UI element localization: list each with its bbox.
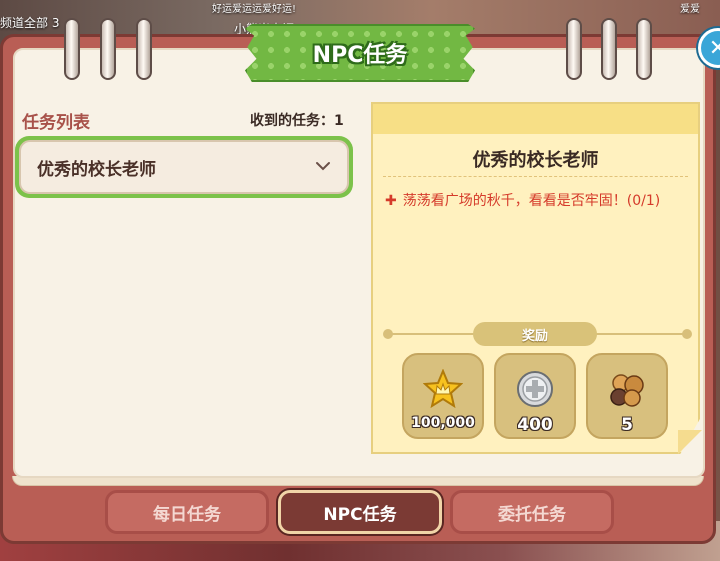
note-tape (373, 104, 698, 134)
quest-objective: ✚ 荡荡看广场的秋千，看看是否牢固！(0/1) (385, 190, 660, 210)
divider-dot (383, 329, 393, 339)
chevron-down-icon (315, 159, 331, 175)
reward-slot[interactable]: 5 (586, 353, 668, 439)
dialog-title-ribbon: NPC任务 (245, 24, 475, 82)
binder-ring (100, 18, 116, 80)
divider (383, 176, 688, 177)
reward-value: 400 (517, 415, 553, 435)
binder-ring (601, 18, 617, 80)
corner-text: 爱爱 (680, 4, 700, 15)
tab-daily-quests[interactable]: 每日任务 (105, 490, 269, 534)
divider-dot (682, 329, 692, 339)
dialog-title: NPC任务 (312, 43, 408, 68)
silver-coin-icon (515, 369, 555, 413)
reward-value: 100,000 (411, 415, 475, 431)
binder-ring (64, 18, 80, 80)
reward-slot[interactable]: 400 (494, 353, 576, 439)
reward-label: 奖励 (473, 322, 597, 346)
quest-list-heading: 任务列表 (22, 113, 90, 133)
objective-text: 荡荡看广场的秋千，看看是否牢固！(0/1) (402, 193, 661, 209)
close-icon: ✕ (708, 35, 720, 61)
tab-npc-quests[interactable]: NPC任务 (278, 490, 442, 534)
plus-icon: ✚ (385, 193, 397, 209)
received-count: 收到的任务：1 (250, 113, 344, 129)
binder-ring (566, 18, 582, 80)
chat-text: 好运爱运运爱好运! (212, 4, 297, 15)
reward-value: 5 (621, 415, 633, 435)
binder-ring (636, 18, 652, 80)
quest-detail-title: 优秀的校长老师 (472, 150, 599, 171)
cookie-pile-icon (607, 369, 647, 413)
reward-slot[interactable]: 100,000 (402, 353, 484, 439)
channel-text: 频道全部 3 (0, 16, 60, 30)
star-crown-icon (422, 368, 464, 413)
binder-ring (136, 18, 152, 80)
tab-commission-quests[interactable]: 委托任务 (450, 490, 614, 534)
quest-list-item[interactable]: 优秀的校长老师 (15, 136, 353, 198)
quest-item-label: 优秀的校长老师 (37, 159, 156, 180)
